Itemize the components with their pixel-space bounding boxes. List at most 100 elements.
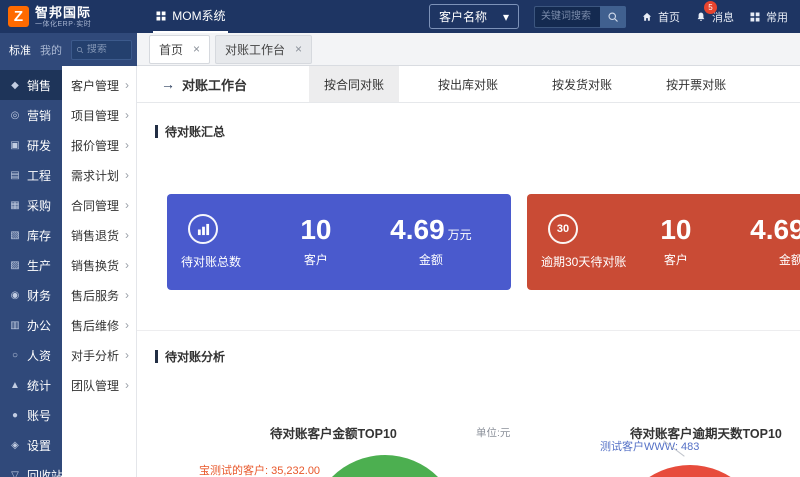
submenu-label: 合同管理: [71, 197, 119, 214]
submenu-item-contract-mgmt[interactable]: 合同管理 ›: [62, 190, 136, 220]
left-pie-label: 宝测试的客户: 35,232.00: [199, 462, 320, 477]
customer-count-label: 客户: [300, 251, 331, 268]
keyword-search-group: [534, 6, 626, 28]
main-area: 首页 × 对账工作台 × → 对账工作台 按合同对账 按出库对账 按发货对账 按…: [137, 33, 800, 477]
submenu-item-competitor-analysis[interactable]: 对手分析 ›: [62, 340, 136, 370]
search-icon: [607, 11, 619, 23]
sidebar-item-label: 人资: [27, 347, 51, 364]
summary-cards: 待对账总数 10 客户 4.69万元 金额: [167, 194, 800, 290]
tab-reconciliation-workbench[interactable]: 对账工作台 ×: [215, 35, 312, 64]
submenu-item-demand-plan[interactable]: 需求计划 ›: [62, 160, 136, 190]
tab-by-outbound[interactable]: 按出库对账: [423, 66, 513, 102]
engineering-icon: ▤: [9, 170, 21, 181]
search-icon: [76, 45, 84, 55]
close-icon[interactable]: ×: [193, 42, 200, 56]
sidebar-item-label: 回收站: [27, 467, 63, 477]
sidebar-item-hr[interactable]: ○ 人资: [0, 340, 62, 370]
submenu-item-quotation-mgmt[interactable]: 报价管理 ›: [62, 130, 136, 160]
submenu-label: 销售换货: [71, 257, 119, 274]
sidebar-item-label: 统计: [27, 377, 51, 394]
module-menu: ◆ 销售 ◎ 营销 ▣ 研发 ▤ 工程 ▦ 采购 ▧ 库存: [0, 66, 62, 477]
topbar-right: 客户名称 ▾ 首页 消息 5 常用: [429, 4, 788, 29]
sidebar-item-engineering[interactable]: ▤ 工程: [0, 160, 62, 190]
workflow-arrow-icon: →: [161, 76, 175, 92]
brand-logo[interactable]: Z: [8, 6, 29, 27]
submenu-item-sales-return[interactable]: 销售退货 ›: [62, 220, 136, 250]
chevron-right-icon: ›: [125, 228, 129, 242]
submenu-item-team-mgmt[interactable]: 团队管理 ›: [62, 370, 136, 400]
sidebar-item-label: 研发: [27, 137, 51, 154]
customer-count-value: 10: [300, 216, 331, 244]
sidebar-item-statistics[interactable]: ▲ 统计: [0, 370, 62, 400]
chevron-right-icon: ›: [125, 348, 129, 362]
tab-label: 对账工作台: [225, 41, 285, 58]
amount-label: 金额: [750, 251, 800, 268]
tab-by-contract[interactable]: 按合同对账: [309, 66, 399, 102]
tab-by-shipment[interactable]: 按发货对账: [537, 66, 627, 102]
sidebar-item-sales[interactable]: ◆ 销售: [0, 70, 62, 100]
left-chart-title: 待对账客户金额TOP10: [270, 423, 397, 442]
nav-messages[interactable]: 消息 5: [695, 9, 734, 25]
close-icon[interactable]: ×: [295, 42, 302, 56]
submenu-label: 销售退货: [71, 227, 119, 244]
submenu-item-customer-mgmt[interactable]: 客户管理 ›: [62, 70, 136, 100]
section-marker: [155, 125, 158, 138]
submenu-item-sales-exchange[interactable]: 销售换货 ›: [62, 250, 136, 280]
workbench-title: → 对账工作台: [137, 66, 247, 102]
sidebar-item-recycle-bin[interactable]: ▽ 回收站: [0, 460, 62, 477]
nav-home[interactable]: 首页: [641, 9, 680, 25]
chevron-right-icon: ›: [125, 138, 129, 152]
sidebar-item-inventory[interactable]: ▧ 库存: [0, 220, 62, 250]
chevron-right-icon: ›: [125, 258, 129, 272]
sidebar-tab-standard[interactable]: 标准: [9, 42, 31, 58]
sidebar-item-settings[interactable]: ◈ 设置: [0, 430, 62, 460]
pending-total-card: 待对账总数 10 客户 4.69万元 金额: [167, 194, 511, 290]
nav-home-label: 首页: [658, 9, 680, 25]
overdue-days-top10-pie-chart: [615, 465, 765, 477]
sidebar-item-procurement[interactable]: ▦ 采购: [0, 190, 62, 220]
sidebar-item-label: 销售: [27, 77, 51, 94]
tab-by-invoice[interactable]: 按开票对账: [651, 66, 741, 102]
sidebar-item-account[interactable]: ● 账号: [0, 400, 62, 430]
sidebar-item-production[interactable]: ▨ 生产: [0, 250, 62, 280]
submenu-item-after-sales-service[interactable]: 售后服务 ›: [62, 280, 136, 310]
tab-home[interactable]: 首页 ×: [149, 35, 210, 64]
marketing-icon: ◎: [9, 110, 21, 121]
customer-name-dropdown[interactable]: 客户名称 ▾: [429, 4, 519, 29]
keyword-search-input[interactable]: [534, 6, 600, 28]
statistics-icon: ▲: [9, 380, 21, 391]
workbench-title-label: 对账工作台: [182, 75, 247, 94]
overdue-30-icon: 30: [548, 214, 578, 244]
sidebar-item-office[interactable]: ▥ 办公: [0, 310, 62, 340]
nav-favorites[interactable]: 常用: [749, 9, 788, 25]
left-sidebar: 标准 我的 ◆ 销售 ◎ 营销 ▣ 研发 ▤ 工程: [0, 33, 137, 477]
mom-system-tab[interactable]: MOM系统: [153, 0, 227, 33]
analysis-section-header: 待对账分析: [155, 348, 800, 365]
customer-name-label: 客户名称: [439, 8, 487, 25]
sidebar-item-label: 营销: [27, 107, 51, 124]
amount-label: 金额: [390, 251, 472, 268]
search-button[interactable]: [600, 6, 626, 28]
card-title: 待对账总数: [181, 253, 241, 270]
chevron-right-icon: ›: [125, 168, 129, 182]
sidebar-item-label: 工程: [27, 167, 51, 184]
procurement-icon: ▦: [9, 200, 21, 211]
finance-icon: ◉: [9, 290, 21, 301]
amount-stat: 4.69万元 金额: [750, 216, 800, 268]
amount-unit: 万元: [448, 228, 472, 242]
sidebar-header: 标准 我的: [0, 33, 137, 66]
sidebar-item-rnd[interactable]: ▣ 研发: [0, 130, 62, 160]
sidebar-item-finance[interactable]: ◉ 财务: [0, 280, 62, 310]
sidebar-item-marketing[interactable]: ◎ 营销: [0, 100, 62, 130]
sidebar-tab-mine[interactable]: 我的: [40, 42, 62, 58]
sidebar-item-label: 库存: [27, 227, 51, 244]
customer-count-value: 10: [660, 216, 691, 244]
submenu-label: 售后维修: [71, 317, 119, 334]
left-chart-unit: 单位:元: [476, 425, 510, 440]
sidebar-search[interactable]: [71, 40, 132, 60]
brand-name: 智邦国际: [35, 6, 91, 19]
submenu-item-project-mgmt[interactable]: 项目管理 ›: [62, 100, 136, 130]
submenu-item-after-sales-repair[interactable]: 售后维修 ›: [62, 310, 136, 340]
production-icon: ▨: [9, 260, 21, 271]
sidebar-search-input[interactable]: [87, 44, 127, 55]
